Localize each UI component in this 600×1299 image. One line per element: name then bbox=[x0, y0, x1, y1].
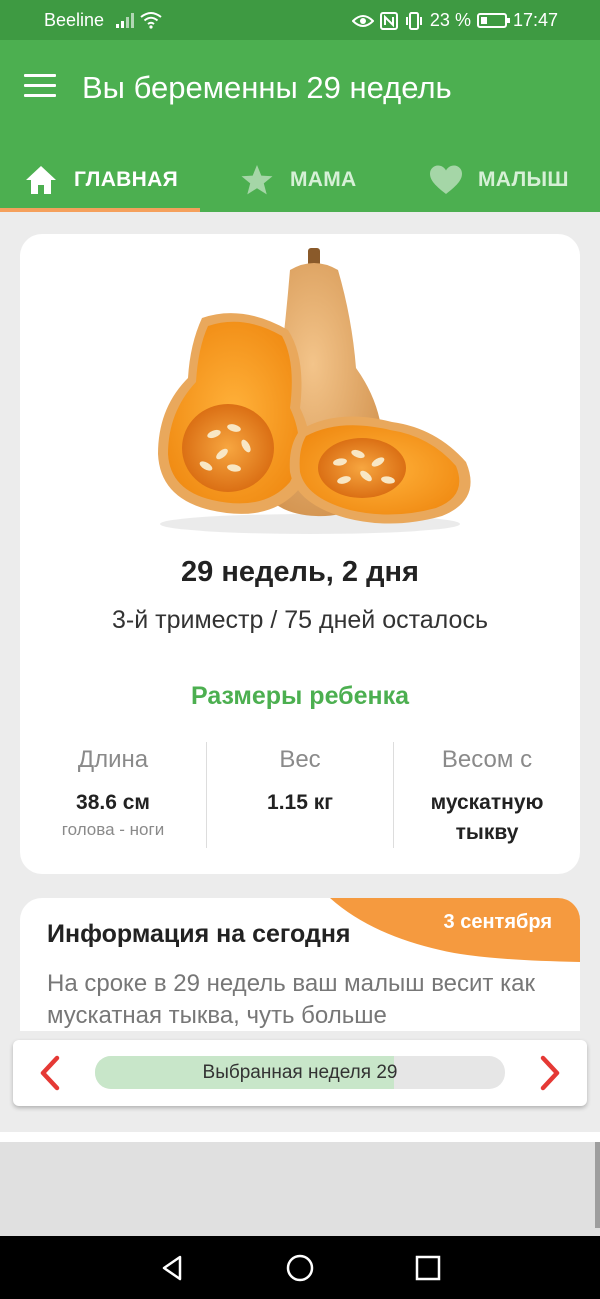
battery-icon bbox=[476, 13, 510, 28]
banner-placeholder bbox=[0, 1142, 600, 1236]
stat-length-value: 38.6 см bbox=[76, 791, 150, 814]
stat-length-sub: голова - ноги bbox=[61, 820, 165, 839]
baby-sizes-title: Размеры ребенка bbox=[190, 682, 410, 710]
week-selector: Выбранная неделя 29 bbox=[13, 1040, 587, 1106]
tab-baby[interactable]: МАЛЫШ bbox=[430, 148, 569, 212]
stat-compare-label: Весом с bbox=[441, 746, 533, 773]
scrollbar[interactable] bbox=[595, 1142, 600, 1228]
stat-compare-value: мускатную тыкву bbox=[394, 788, 580, 848]
stat-weight-value: 1.15 кг bbox=[267, 791, 333, 814]
stat-weight-label: Вес bbox=[279, 746, 321, 773]
system-navigation-bar bbox=[0, 1236, 600, 1299]
selected-week-label: Выбранная неделя 29 bbox=[202, 1062, 398, 1083]
bottom-banner-area bbox=[0, 1132, 600, 1236]
week-summary-card: 29 недель, 2 дня 3-й триместр / 75 дней … bbox=[20, 234, 580, 874]
app-bar: Вы беременны 29 недель ГЛАВНАЯ МАМА МАЛЫ… bbox=[0, 40, 600, 212]
star-icon bbox=[241, 165, 273, 195]
stat-length-label: Длина bbox=[77, 746, 149, 773]
page-title: Вы беременны 29 недель bbox=[82, 70, 452, 105]
previous-week-button[interactable] bbox=[35, 1054, 63, 1092]
tab-home-label: ГЛАВНАЯ bbox=[74, 168, 178, 191]
trimester-text: 3-й триместр / 75 дней осталось bbox=[112, 606, 488, 634]
carrier-label: Beeline bbox=[44, 10, 105, 30]
week-title: 29 недель, 2 дня bbox=[181, 556, 419, 588]
stat-compare: Весом с мускатную тыкву bbox=[394, 746, 580, 848]
stat-length: Длина 38.6 см голова - ноги bbox=[20, 746, 206, 840]
tab-mama[interactable]: МАМА bbox=[240, 148, 357, 212]
heart-icon bbox=[430, 165, 462, 194]
tab-baby-label: МАЛЫШ bbox=[478, 168, 569, 191]
butternut-squash-image bbox=[158, 248, 471, 534]
battery-percent: 23 % bbox=[429, 10, 471, 30]
tab-bar: ГЛАВНАЯ МАМА МАЛЫШ bbox=[0, 148, 600, 212]
active-tab-indicator bbox=[0, 208, 200, 212]
nfc-icon bbox=[379, 11, 398, 30]
week-progress-bar[interactable]: Выбранная неделя 29 bbox=[95, 1056, 505, 1089]
home-icon bbox=[26, 166, 56, 194]
vibrate-icon bbox=[405, 11, 422, 30]
status-bar: Beeline 23 % 17:47 bbox=[0, 0, 600, 40]
recents-icon[interactable] bbox=[414, 1254, 442, 1282]
stat-compare-line2: тыкву bbox=[455, 821, 519, 844]
tab-mama-label: МАМА bbox=[290, 168, 357, 191]
signal-icon bbox=[116, 13, 134, 28]
back-icon[interactable] bbox=[158, 1254, 186, 1282]
info-title: Информация на сегодня bbox=[47, 920, 351, 948]
wifi-icon bbox=[140, 12, 162, 29]
date-label: 3 сентября bbox=[443, 911, 552, 933]
daily-info-card[interactable]: 3 сентября Информация на сегодня На срок… bbox=[20, 898, 580, 1031]
tab-home[interactable]: ГЛАВНАЯ bbox=[24, 148, 178, 212]
info-text: На сроке в 29 недель ваш малыш весит как… bbox=[47, 970, 535, 1029]
clock: 17:47 bbox=[512, 10, 558, 30]
stat-weight: Вес 1.15 кг bbox=[207, 746, 393, 818]
eye-icon bbox=[351, 14, 374, 27]
stat-compare-line1: мускатную bbox=[430, 791, 544, 814]
home-circle-icon[interactable] bbox=[286, 1254, 314, 1282]
menu-icon[interactable] bbox=[24, 74, 56, 100]
next-week-button[interactable] bbox=[537, 1054, 565, 1092]
